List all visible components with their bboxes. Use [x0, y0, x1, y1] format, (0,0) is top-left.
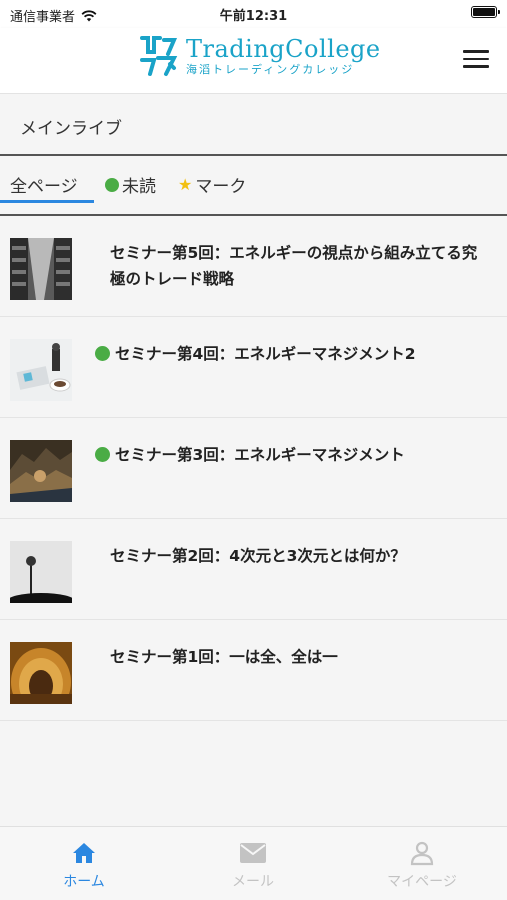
status-time: 午前12:31 [219, 9, 288, 24]
seminar-list: セミナー第5回：エネルギーの視点から組み立てる究極のトレード戦略 セミナー第4回… [0, 216, 507, 721]
seminar-title: セミナー第1回：一は全、全は一 [110, 648, 338, 666]
tab-marked[interactable]: ★ マーク [178, 172, 246, 197]
seminar-title-row: セミナー第3回：エネルギーマネジメント [95, 442, 487, 468]
seminar-title: セミナー第2回：4次元と3次元とは何か？ [110, 547, 406, 565]
tab-unread[interactable]: 未読 [105, 172, 156, 197]
nav-mypage[interactable]: マイページ [362, 839, 482, 891]
user-icon [410, 841, 434, 866]
tunnel-image [10, 642, 72, 704]
unread-dot-icon [95, 447, 110, 462]
list-item[interactable]: セミナー第1回：一は全、全は一 [0, 620, 507, 721]
tab-unread-label: 未読 [122, 177, 156, 197]
logo-title: TradingCollege [186, 35, 381, 63]
status-bar: 通信事業者 午前12:31 [0, 0, 507, 28]
seminar-title: セミナー第3回：エネルギーマネジメント [115, 446, 405, 464]
mail-icon [240, 843, 266, 863]
app-header: TradingCollege 海滔トレーディングカレッジ [0, 28, 507, 94]
seminar-title: セミナー第5回：エネルギーの視点から組み立てる究極のトレード戦略 [110, 244, 478, 288]
list-item[interactable]: セミナー第3回：エネルギーマネジメント [0, 418, 507, 519]
nav-home[interactable]: ホーム [24, 839, 144, 891]
nav-mypage-label: マイページ [387, 874, 457, 890]
desk-workspace-image [10, 339, 72, 401]
nav-home-label: ホーム [63, 874, 105, 890]
tab-all-pages-label: 全ページ [10, 177, 78, 197]
rocky-landscape-image [10, 440, 72, 502]
hamburger-menu-icon[interactable] [463, 50, 489, 70]
filter-tabs: 全ページ 未読 ★ マーク [0, 154, 507, 216]
nav-mail-label: メール [232, 874, 274, 890]
logo-mark-icon [140, 36, 178, 76]
list-item[interactable]: セミナー第4回：エネルギーマネジメント2 [0, 317, 507, 418]
section-header: メインライブ [0, 94, 507, 154]
star-icon: ★ [178, 175, 193, 194]
logo-subtitle: 海滔トレーディングカレッジ [186, 63, 355, 76]
tab-marked-label: マーク [195, 177, 247, 197]
seminar-title: セミナー第4回：エネルギーマネジメント2 [115, 345, 416, 363]
library-aisle-image [10, 238, 72, 300]
app-logo: TradingCollege 海滔トレーディングカレッジ [138, 34, 381, 78]
lamp-post-image [10, 541, 72, 603]
battery-icon [471, 6, 500, 18]
list-item[interactable]: セミナー第5回：エネルギーの視点から組み立てる究極のトレード戦略 [0, 216, 507, 317]
tab-all-pages[interactable]: 全ページ [10, 172, 78, 197]
nav-mail[interactable]: メール [193, 839, 313, 891]
list-item[interactable]: セミナー第2回：4次元と3次元とは何か？ [0, 519, 507, 620]
section-title: メインライブ [20, 119, 122, 139]
unread-dot-icon [105, 177, 119, 192]
home-icon [73, 843, 95, 863]
active-tab-indicator [0, 200, 94, 203]
unread-dot-icon [95, 346, 110, 361]
seminar-title-row: セミナー第4回：エネルギーマネジメント2 [95, 341, 487, 367]
bottom-tab-bar: ホーム メール マイページ [0, 826, 507, 900]
